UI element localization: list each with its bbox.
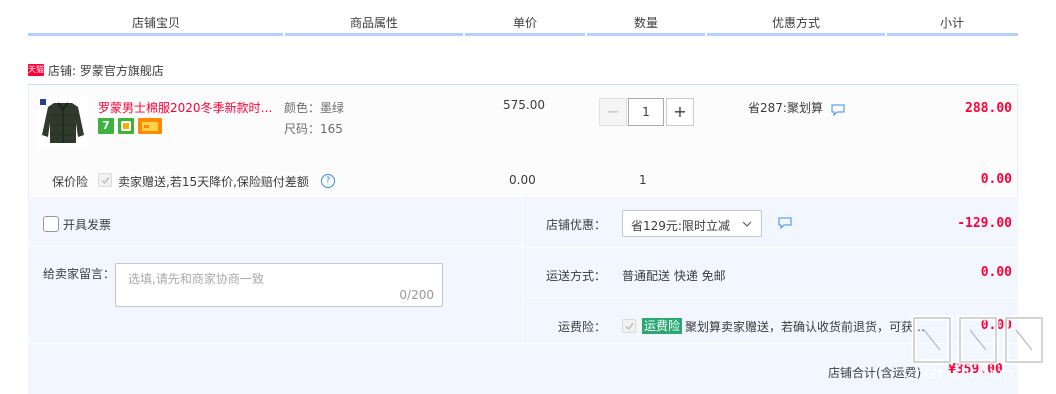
header-separator <box>585 33 587 36</box>
promo-method: 省287:聚划算 <box>748 101 823 115</box>
invoice-label[interactable]: 开具发票 <box>63 216 111 233</box>
message-label: 给卖家留言： <box>43 267 116 281</box>
col-header-subtotal: 小计 <box>939 16 964 30</box>
freight-insurance-tag: 运费险 <box>642 318 683 334</box>
freight-insurance-description: 聚划算卖家赠送，若确认收货前退货，可获… <box>685 320 925 334</box>
panel-divider <box>522 247 1018 248</box>
shop-discount-amount: -129.00 <box>957 216 1012 231</box>
shop-discount-select[interactable]: 省129元:限时立减 <box>622 210 762 237</box>
seven-day-return-icon[interactable]: 7 <box>98 118 114 134</box>
insurance-subtotal: 0.00 <box>980 172 1012 187</box>
shop-discount-value: 省129元:限时立减 <box>631 219 730 233</box>
insurance-label: 保价险 <box>52 175 89 189</box>
seller-message-textarea[interactable]: 选填,请先和商家协商一致 0/200 <box>115 263 443 307</box>
credit-card-icon[interactable] <box>138 118 162 134</box>
header-divider <box>28 33 1018 36</box>
quantity-increase-button[interactable]: + <box>666 98 694 126</box>
shipping-label: 运送方式： <box>545 269 606 283</box>
attr-color: 颜色：墨绿 <box>284 101 345 115</box>
insurance-quantity: 1 <box>639 173 647 187</box>
header-separator <box>885 33 887 36</box>
freight-insurance-checkbox <box>622 319 636 333</box>
comment-icon[interactable] <box>778 217 792 230</box>
tmall-badge-icon: 天猫 <box>28 64 44 76</box>
insurance-price: 0.00 <box>509 173 536 187</box>
message-placeholder: 选填,请先和商家协商一致 <box>128 272 264 286</box>
chevron-down-icon <box>742 221 752 227</box>
col-header-attributes: 商品属性 <box>349 16 398 30</box>
insurance-checkbox <box>98 173 112 187</box>
col-header-item: 店铺宝贝 <box>131 16 180 30</box>
header-separator <box>283 33 285 36</box>
checkmark-icon <box>101 177 110 185</box>
panel-divider <box>522 197 523 343</box>
item-subtotal: 288.00 <box>965 101 1012 116</box>
header-separator <box>705 33 707 36</box>
shipping-amount: 0.00 <box>980 265 1012 280</box>
shop-discount-label: 店铺优惠： <box>545 218 606 232</box>
col-header-price: 单价 <box>512 16 537 30</box>
col-header-quantity: 数量 <box>633 16 658 30</box>
freight-insurance-label: 运费险： <box>557 320 606 334</box>
message-char-count: 0/200 <box>399 288 434 302</box>
product-title-link[interactable]: 罗蒙男士棉服2020冬季新款时… <box>98 99 276 116</box>
guarantee-icon[interactable] <box>118 118 134 134</box>
help-icon[interactable]: ? <box>321 174 335 188</box>
checkmark-icon <box>625 323 634 331</box>
shipping-method: 普通配送 快递 免邮 <box>622 269 726 283</box>
quantity-decrease-button[interactable]: − <box>599 98 627 126</box>
comment-icon[interactable] <box>831 104 845 117</box>
insurance-description: 卖家赠送,若15天降价,保险赔付差额 <box>118 175 309 189</box>
panel-divider <box>522 297 1018 298</box>
invoice-checkbox[interactable] <box>43 216 59 232</box>
quantity-input[interactable]: 1 <box>628 98 664 126</box>
header-separator <box>463 33 465 36</box>
col-header-discount: 优惠方式 <box>771 16 820 30</box>
unit-price: 575.00 <box>503 98 545 112</box>
shop-name-link[interactable]: 店铺: 罗蒙官方旗舰店 <box>48 62 164 79</box>
watermark-text: zhizhizhi.com <box>906 366 1014 382</box>
jacket-image-icon <box>40 99 84 143</box>
attr-size: 尺码：165 <box>284 122 343 136</box>
panel-divider <box>28 246 522 247</box>
panel-divider <box>28 343 1018 344</box>
product-thumbnail[interactable] <box>38 97 88 147</box>
